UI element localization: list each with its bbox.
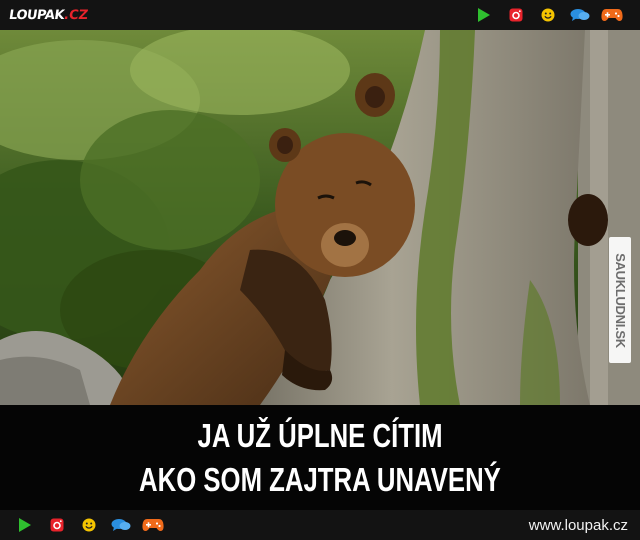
caption-line-1: JA UŽ ÚPLNE CÍTIM [197, 416, 443, 454]
site-url[interactable]: www.loupak.cz [529, 517, 628, 534]
smiley-icon[interactable] [73, 510, 105, 540]
chat-icon[interactable] [564, 0, 596, 30]
side-watermark: SAUKLUDNI.SK [609, 237, 631, 363]
instagram-icon[interactable] [41, 510, 73, 540]
bear-tree-illustration [0, 30, 640, 405]
bottom-icon-row [9, 510, 169, 540]
meme-caption: JA UŽ ÚPLNE CÍTIM AKO SOM ZAJTRA UNAVENÝ [0, 405, 640, 510]
watermark-text: SAUKLUDNI.SK [612, 252, 628, 348]
play-icon[interactable] [468, 0, 500, 30]
meme-photo: SAUKLUDNI.SK [0, 30, 640, 405]
logo-domain: .CZ [62, 7, 89, 23]
top-icon-row [468, 0, 628, 30]
play-icon[interactable] [9, 510, 41, 540]
logo-text: LOUPAK [7, 7, 65, 23]
chat-icon[interactable] [105, 510, 137, 540]
top-bar: LOUPAK .CZ [0, 0, 640, 30]
caption-line-2: AKO SOM ZAJTRA UNAVENÝ [139, 460, 501, 498]
gamepad-icon[interactable] [596, 0, 628, 30]
smiley-icon[interactable] [532, 0, 564, 30]
gamepad-icon[interactable] [137, 510, 169, 540]
site-logo[interactable]: LOUPAK .CZ [7, 5, 89, 25]
instagram-icon[interactable] [500, 0, 532, 30]
